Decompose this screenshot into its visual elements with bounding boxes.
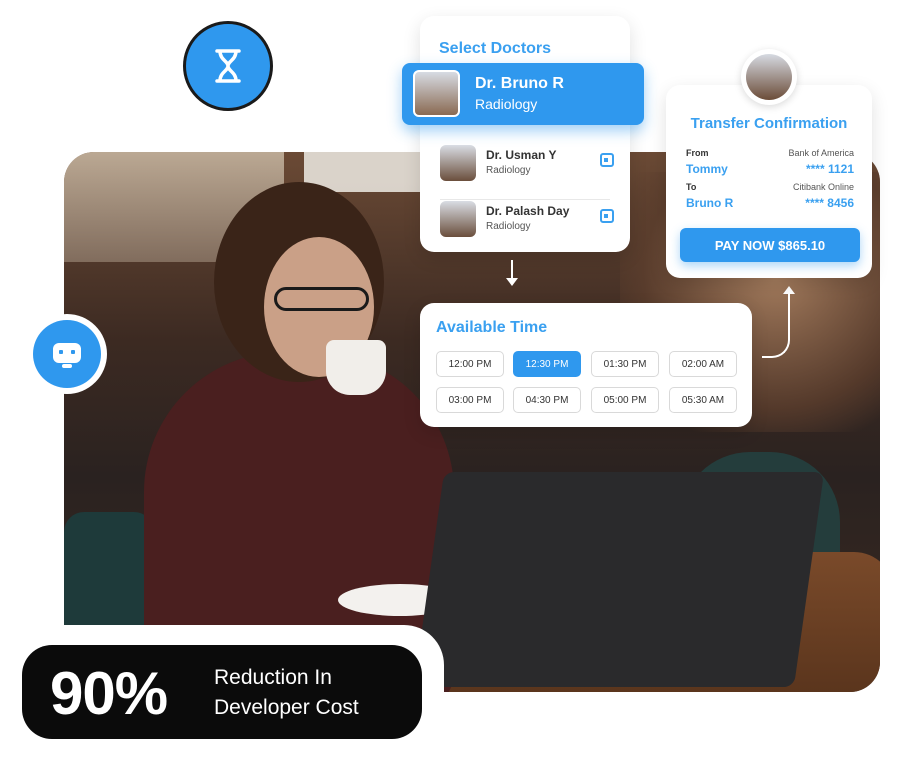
photo-glasses bbox=[274, 287, 369, 311]
to-account: **** 8456 bbox=[805, 196, 854, 210]
from-account: **** 1121 bbox=[805, 162, 854, 176]
avatar bbox=[413, 70, 460, 117]
stat-line-2: Developer Cost bbox=[214, 696, 359, 719]
from-bank: Bank of America bbox=[788, 148, 854, 158]
available-time-card: Available Time 12:00 PM 12:30 PM 01:30 PM 0… bbox=[420, 303, 752, 427]
select-doctors-title: Select Doctors bbox=[439, 40, 552, 57]
available-time-title: Available Time bbox=[436, 319, 548, 336]
doctor-specialty: Radiology bbox=[475, 96, 538, 112]
robot-icon-svg bbox=[53, 343, 81, 368]
time-slot[interactable]: 04:30 PM bbox=[513, 387, 581, 413]
doctor-item[interactable]: Dr. Usman Y Radiology bbox=[440, 145, 620, 185]
time-slot[interactable]: 03:00 PM bbox=[436, 387, 504, 413]
hourglass-icon-svg bbox=[215, 49, 241, 83]
time-slot[interactable]: 01:30 PM bbox=[591, 351, 659, 377]
robot-icon bbox=[33, 320, 101, 388]
calendar-icon[interactable] bbox=[600, 209, 614, 223]
avatar bbox=[440, 201, 476, 237]
doctor-divider bbox=[440, 199, 610, 200]
time-slot[interactable]: 05:30 AM bbox=[669, 387, 737, 413]
from-name: Tommy bbox=[686, 162, 728, 176]
to-name: Bruno R bbox=[686, 196, 734, 210]
arrow-down-icon bbox=[506, 260, 518, 286]
stat-line-1: Reduction In bbox=[214, 666, 332, 689]
stat-card: 90% Reduction In Developer Cost bbox=[22, 645, 422, 739]
time-slot[interactable]: 02:00 AM bbox=[669, 351, 737, 377]
stat-description: Reduction In Developer Cost bbox=[214, 663, 359, 723]
doctor-name: Dr. Usman Y bbox=[486, 148, 557, 162]
hero-illustration: Select Doctors Dr. Bruno R Radiology Dr.… bbox=[0, 0, 898, 759]
time-slot[interactable]: 05:00 PM bbox=[591, 387, 659, 413]
photo-laptop bbox=[413, 472, 825, 687]
pay-now-button[interactable]: PAY NOW $865.10 bbox=[680, 228, 860, 262]
to-label: To bbox=[686, 182, 697, 192]
doctor-specialty: Radiology bbox=[486, 221, 531, 232]
avatar bbox=[440, 145, 476, 181]
calendar-icon[interactable] bbox=[600, 153, 614, 167]
doctor-specialty: Radiology bbox=[486, 165, 531, 176]
stat-value: 90% bbox=[50, 660, 168, 727]
hourglass-icon bbox=[183, 21, 273, 111]
transfer-title: Transfer Confirmation bbox=[690, 115, 848, 132]
doctor-name: Dr. Bruno R bbox=[475, 75, 564, 92]
doctor-item[interactable]: Dr. Palash Day Radiology bbox=[440, 201, 620, 241]
to-bank: Citibank Online bbox=[792, 182, 854, 192]
photo-coffee-cup bbox=[326, 340, 386, 395]
doctor-name: Dr. Palash Day bbox=[486, 204, 570, 218]
time-slot[interactable]: 12:30 PM bbox=[513, 351, 581, 377]
avatar-image bbox=[746, 54, 792, 100]
from-label: From bbox=[686, 148, 709, 158]
avatar bbox=[741, 49, 797, 105]
arrow-up-icon bbox=[762, 286, 795, 358]
time-slot[interactable]: 12:00 PM bbox=[436, 351, 504, 377]
doctor-item-selected[interactable]: Dr. Bruno R Radiology bbox=[402, 63, 644, 125]
